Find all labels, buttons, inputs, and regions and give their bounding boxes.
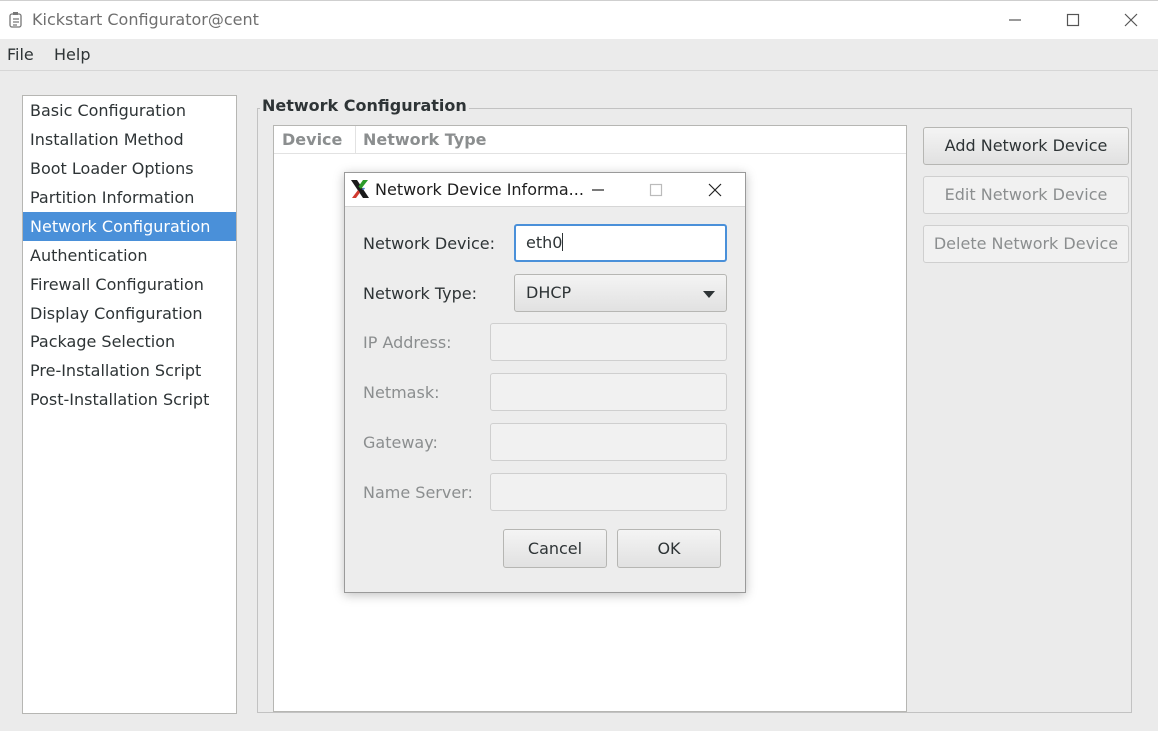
sidebar-item-boot-loader-options[interactable]: Boot Loader Options	[23, 154, 236, 183]
netmask-label: Netmask:	[363, 383, 440, 402]
network-type-value: DHCP	[526, 283, 572, 302]
maximize-button[interactable]	[1044, 1, 1102, 39]
window-titlebar[interactable]: Kickstart Configurator@cent	[0, 0, 1158, 39]
maximize-icon	[649, 183, 663, 197]
delete-network-device-button[interactable]: Delete Network Device	[923, 225, 1129, 263]
sidebar-item-pre-installation-script[interactable]: Pre-Installation Script	[23, 356, 236, 385]
dialog-close-button[interactable]	[700, 173, 730, 206]
chevron-down-icon	[703, 291, 715, 298]
dialog-titlebar[interactable]: Network Device Informa...	[345, 173, 745, 207]
gateway-label: Gateway:	[363, 433, 438, 452]
network-device-dialog: Network Device Informa... Network Device…	[344, 172, 746, 593]
sidebar-item-display-configuration[interactable]: Display Configuration	[23, 299, 236, 328]
ok-button[interactable]: OK	[617, 529, 721, 568]
sidebar-item-post-installation-script[interactable]: Post-Installation Script	[23, 385, 236, 414]
dialog-maximize-button[interactable]	[641, 173, 671, 206]
sidebar-item-installation-method[interactable]: Installation Method	[23, 125, 236, 154]
network-type-select[interactable]: DHCP	[514, 274, 727, 312]
network-device-input[interactable]: eth0	[514, 224, 727, 262]
close-icon	[708, 183, 722, 197]
text-caret	[562, 233, 564, 251]
close-button[interactable]	[1102, 1, 1158, 39]
maximize-icon	[1066, 13, 1080, 27]
section-title: Network Configuration	[260, 96, 469, 115]
sidebar-item-network-configuration[interactable]: Network Configuration	[23, 212, 236, 241]
ip-address-input[interactable]	[490, 323, 727, 361]
minimize-button[interactable]	[986, 1, 1044, 39]
network-device-label: Network Device:	[363, 234, 495, 253]
edit-network-device-button[interactable]: Edit Network Device	[923, 176, 1129, 214]
sidebar-item-authentication[interactable]: Authentication	[23, 241, 236, 270]
name-server-label: Name Server:	[363, 483, 473, 502]
dialog-title: Network Device Informa...	[375, 180, 584, 199]
sidebar-item-package-selection[interactable]: Package Selection	[23, 327, 236, 356]
column-header-device[interactable]: Device	[282, 126, 342, 154]
sidebar-item-firewall-configuration[interactable]: Firewall Configuration	[23, 270, 236, 299]
window-title: Kickstart Configurator@cent	[32, 10, 259, 29]
menu-help[interactable]: Help	[54, 45, 90, 64]
x-window-logo-icon	[349, 179, 371, 203]
minimize-icon	[1009, 19, 1021, 21]
cancel-button[interactable]: Cancel	[503, 529, 607, 568]
network-device-value: eth0	[526, 233, 563, 252]
sidebar-item-basic-configuration[interactable]: Basic Configuration	[23, 96, 236, 125]
network-type-label: Network Type:	[363, 284, 478, 303]
sidebar-nav: Basic Configuration Installation Method …	[22, 95, 237, 714]
close-icon	[1124, 13, 1138, 27]
minimize-icon	[592, 189, 604, 191]
name-server-input[interactable]	[490, 473, 727, 511]
add-network-device-button[interactable]: Add Network Device	[923, 127, 1129, 165]
menu-bar: File Help	[0, 39, 1158, 71]
app-icon	[8, 11, 24, 29]
dialog-minimize-button[interactable]	[583, 173, 613, 206]
column-separator	[355, 126, 356, 154]
menu-file[interactable]: File	[7, 45, 34, 64]
ip-address-label: IP Address:	[363, 333, 452, 352]
gateway-input[interactable]	[490, 423, 727, 461]
netmask-input[interactable]	[490, 373, 727, 411]
column-header-network-type[interactable]: Network Type	[363, 126, 487, 154]
list-header: Device Network Type	[274, 126, 906, 154]
sidebar-item-partition-information[interactable]: Partition Information	[23, 183, 236, 212]
